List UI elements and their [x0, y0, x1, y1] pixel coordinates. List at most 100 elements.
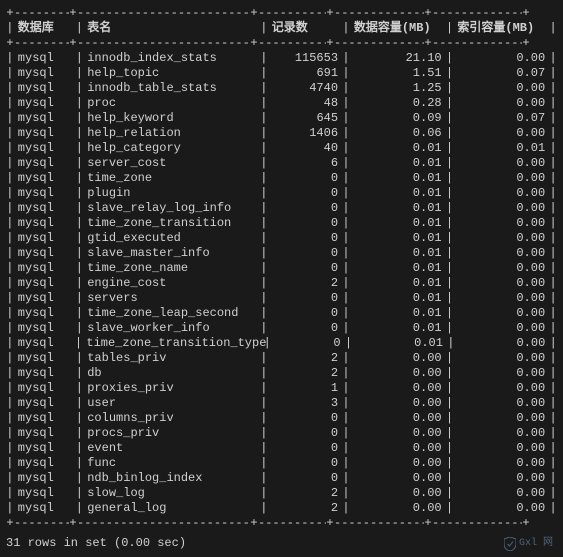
cell: 2: [268, 275, 342, 291]
cell: mysql: [14, 260, 76, 276]
cell: mysql: [14, 395, 76, 411]
cell: slave_worker_info: [83, 320, 260, 336]
cell: 2: [268, 365, 342, 381]
cell: 0.00: [453, 395, 549, 411]
cell: 0.01: [350, 245, 446, 261]
cell: 0.00: [453, 365, 549, 381]
cell: 1: [268, 380, 342, 396]
table-row: |mysql|slave_worker_info|0|0.01|0.00|: [6, 321, 557, 336]
cell: mysql: [14, 485, 76, 501]
cell: 40: [268, 140, 342, 156]
cell: 48: [268, 95, 342, 111]
table-row: |mysql|columns_priv|0|0.00|0.00|: [6, 411, 557, 426]
table-row: |mysql|tables_priv|2|0.00|0.00|: [6, 351, 557, 366]
table-row: |mysql|func|0|0.00|0.00|: [6, 456, 557, 471]
table-row: |mysql|server_cost|6|0.01|0.00|: [6, 156, 557, 171]
cell: mysql: [14, 50, 76, 66]
cell: 0: [268, 290, 342, 306]
cell: 0.00: [350, 365, 446, 381]
cell: 0.00: [453, 455, 549, 471]
cell: slave_master_info: [83, 245, 260, 261]
col-header: 索引容量(MB): [453, 20, 549, 36]
header-row: |数据库|表名|记录数|数据容量(MB)|索引容量(MB)|: [6, 21, 557, 36]
cell: 0.00: [453, 80, 549, 96]
cell: tables_priv: [83, 350, 260, 366]
table-row: |mysql|time_zone_leap_second|0|0.01|0.00…: [6, 306, 557, 321]
table-row: |mysql|plugin|0|0.01|0.00|: [6, 186, 557, 201]
cell: db: [83, 365, 260, 381]
cell: servers: [83, 290, 260, 306]
cell: 0.01: [350, 305, 446, 321]
table-row: |mysql|procs_priv|0|0.00|0.00|: [6, 426, 557, 441]
cell: mysql: [14, 290, 76, 306]
cell: 0: [268, 440, 342, 456]
cell: time_zone_transition_type: [82, 335, 263, 351]
cell: 0.00: [453, 95, 549, 111]
cell: 0.07: [453, 65, 549, 81]
cell: time_zone_leap_second: [83, 305, 260, 321]
col-header: 表名: [83, 20, 260, 36]
cell: mysql: [14, 380, 76, 396]
table-row: |mysql|time_zone|0|0.01|0.00|: [6, 171, 557, 186]
watermark: Gxl 网: [504, 537, 553, 551]
cell: 0.00: [453, 215, 549, 231]
cell: slave_relay_log_info: [83, 200, 260, 216]
cell: 2: [268, 485, 342, 501]
cell: 0.00: [453, 155, 549, 171]
separator-row: +---------------------------------------…: [6, 36, 557, 51]
cell: 0.00: [350, 485, 446, 501]
cell: 1.25: [350, 80, 446, 96]
cell: 0.01: [350, 320, 446, 336]
cell: 0.00: [455, 335, 550, 351]
cell: 0: [268, 320, 342, 336]
cell: mysql: [14, 125, 76, 141]
cell: 0.00: [350, 350, 446, 366]
cell: innodb_index_stats: [83, 50, 260, 66]
col-header: 数据库: [14, 20, 76, 36]
cell: ndb_binlog_index: [83, 470, 260, 486]
cell: func: [83, 455, 260, 471]
cell: 0.00: [350, 380, 446, 396]
table-row: |mysql|innodb_index_stats|115653|21.10|0…: [6, 51, 557, 66]
cell: 1406: [268, 125, 342, 141]
cell: engine_cost: [83, 275, 260, 291]
table-row: |mysql|help_category|40|0.01|0.01|: [6, 141, 557, 156]
watermark-text: Gxl 网: [519, 537, 553, 551]
cell: time_zone: [83, 170, 260, 186]
cell: 2: [268, 500, 342, 516]
cell: 0.00: [453, 410, 549, 426]
cell: mysql: [14, 80, 76, 96]
cell: mysql: [14, 245, 76, 261]
table-row: |mysql|help_keyword|645|0.09|0.07|: [6, 111, 557, 126]
cell: 0.00: [453, 425, 549, 441]
cell: mysql: [14, 110, 76, 126]
table-row: |mysql|slave_relay_log_info|0|0.01|0.00|: [6, 201, 557, 216]
cell: help_relation: [83, 125, 260, 141]
cell: mysql: [14, 65, 76, 81]
cell: 0.06: [350, 125, 446, 141]
table-row: |mysql|engine_cost|2|0.01|0.00|: [6, 276, 557, 291]
cell: 0: [268, 245, 342, 261]
col-header: 记录数: [268, 20, 342, 36]
cell: 0.01: [350, 200, 446, 216]
cell: mysql: [14, 200, 76, 216]
cell: mysql: [14, 155, 76, 171]
cell: plugin: [83, 185, 260, 201]
cell: 0.01: [350, 155, 446, 171]
cell: mysql: [14, 95, 76, 111]
table-row: |mysql|proc|48|0.28|0.00|: [6, 96, 557, 111]
cell: 0.00: [350, 500, 446, 516]
cell: 0.00: [453, 275, 549, 291]
cell: mysql: [14, 275, 76, 291]
cell: proc: [83, 95, 260, 111]
cell: procs_priv: [83, 425, 260, 441]
cell: 0: [268, 215, 342, 231]
cell: 0.00: [453, 485, 549, 501]
cell: 0.00: [453, 290, 549, 306]
separator-row: +---------------------------------------…: [6, 6, 557, 21]
cell: mysql: [14, 455, 76, 471]
cell: 0.00: [350, 425, 446, 441]
table-row: |mysql|proxies_priv|1|0.00|0.00|: [6, 381, 557, 396]
cell: 0.00: [453, 440, 549, 456]
cell: 0.00: [453, 380, 549, 396]
